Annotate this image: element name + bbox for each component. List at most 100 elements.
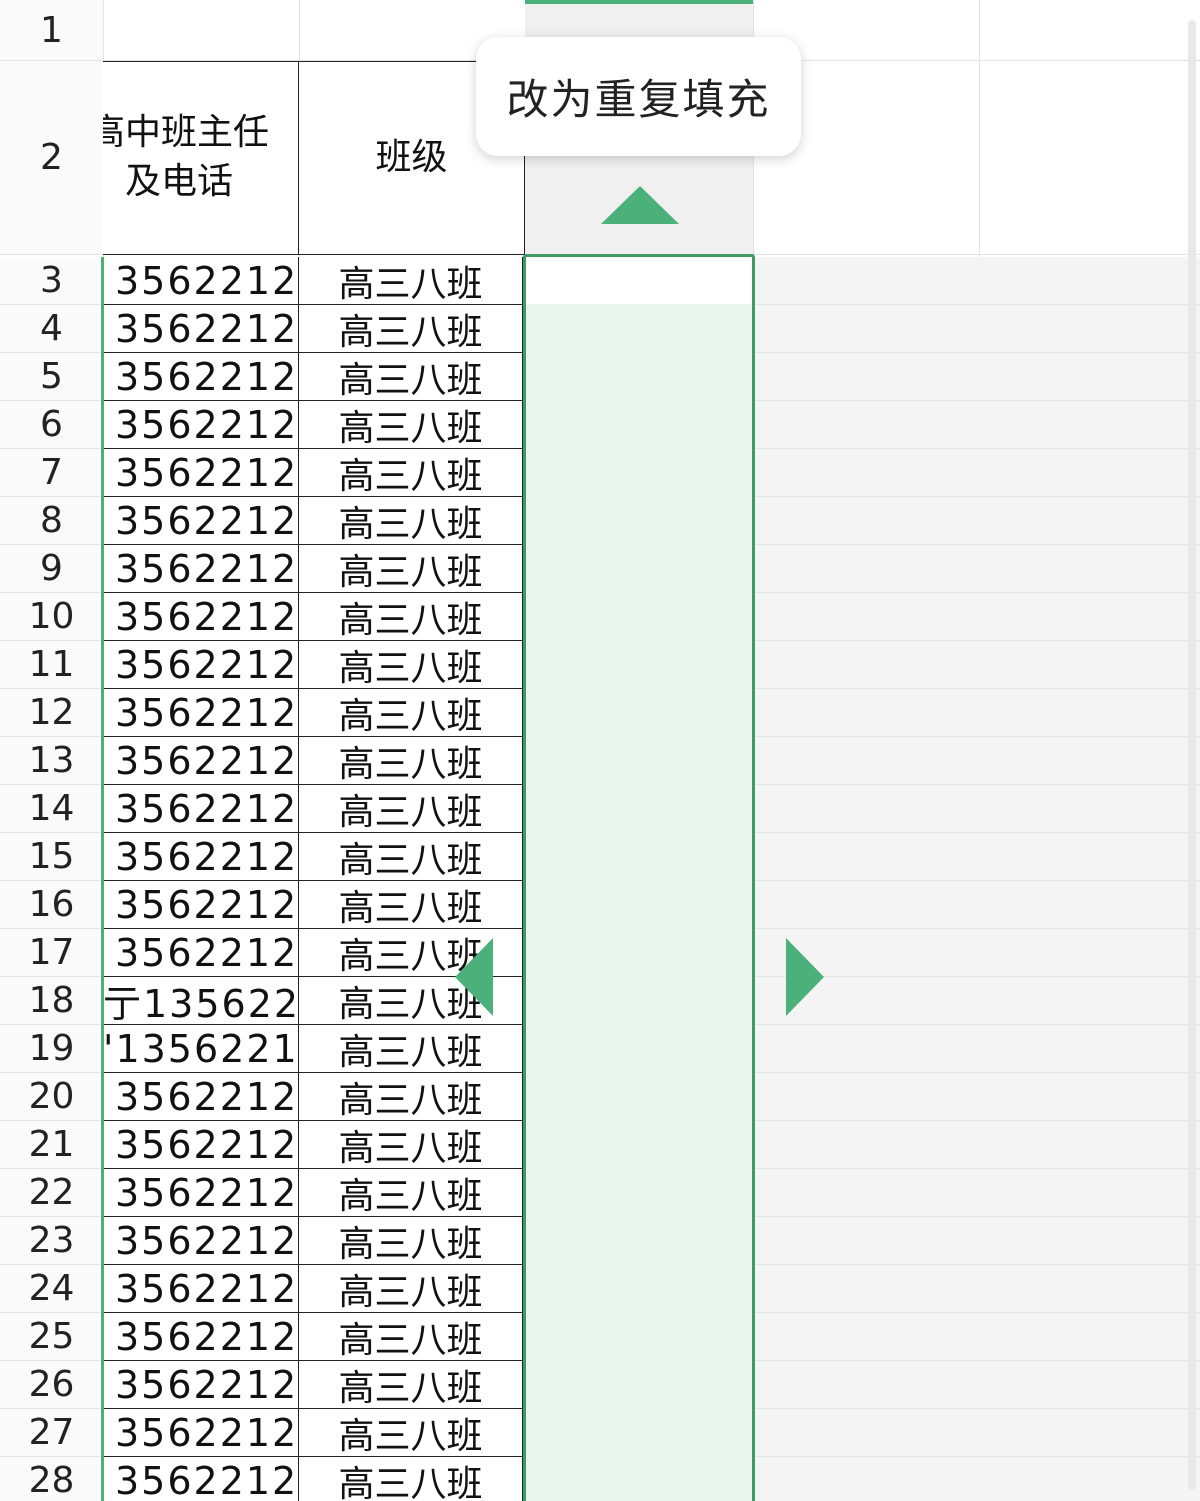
triangle-left-icon[interactable] bbox=[455, 938, 493, 1016]
row-header-22[interactable]: 22 bbox=[0, 1169, 103, 1217]
header-text-line1: 高中班主任 bbox=[103, 112, 270, 154]
cell-teacher-phone[interactable]: 3562212 bbox=[103, 737, 299, 785]
row-header-5[interactable]: 5 bbox=[0, 353, 103, 401]
row-number: 7 bbox=[40, 452, 63, 493]
vertical-scrollbar[interactable] bbox=[1188, 20, 1196, 1490]
row-number: 8 bbox=[40, 500, 63, 541]
row-header-7[interactable]: 7 bbox=[0, 449, 103, 497]
row-header-14[interactable]: 14 bbox=[0, 785, 103, 833]
cell-class[interactable]: 高三八班 bbox=[299, 497, 523, 545]
row-header-15[interactable]: 15 bbox=[0, 833, 103, 881]
row-header-28[interactable]: 28 bbox=[0, 1457, 103, 1501]
cell-teacher-phone[interactable]: 3562212 bbox=[103, 641, 299, 689]
cell-teacher-phone[interactable]: 3562212 bbox=[103, 1409, 299, 1457]
selection-range[interactable] bbox=[523, 254, 755, 1501]
cell-class[interactable]: 高三八班 bbox=[299, 641, 523, 689]
row-header-20[interactable]: 20 bbox=[0, 1073, 103, 1121]
cell-class[interactable]: 高三八班 bbox=[299, 1217, 523, 1265]
header-cell-teacher-phone[interactable]: 高中班主任 及电话 bbox=[103, 61, 299, 255]
row-header-13[interactable]: 13 bbox=[0, 737, 103, 785]
row-header-19[interactable]: 19 bbox=[0, 1025, 103, 1073]
row-header-3[interactable]: 3 bbox=[0, 257, 103, 305]
row-header-2[interactable]: 2 bbox=[0, 61, 103, 255]
row-header-4[interactable]: 4 bbox=[0, 305, 103, 353]
row-number: 10 bbox=[28, 596, 75, 637]
cell-class[interactable]: 高三八班 bbox=[299, 881, 523, 929]
cell-teacher-phone[interactable]: 3562212 bbox=[103, 833, 299, 881]
cell-teacher-phone[interactable]: 3562212 bbox=[103, 881, 299, 929]
row-header-1[interactable]: 1 bbox=[0, 0, 103, 61]
repeat-fill-button[interactable]: 改为重复填充 bbox=[476, 37, 801, 156]
cell-teacher-phone[interactable]: 3562212 bbox=[103, 593, 299, 641]
cell-class[interactable]: 高三八班 bbox=[299, 1457, 523, 1501]
cell-teacher-phone[interactable]: 3562212 bbox=[103, 545, 299, 593]
cell-teacher-phone[interactable]: 3562212 bbox=[103, 1169, 299, 1217]
cell-class[interactable]: 高三八班 bbox=[299, 1121, 523, 1169]
row-header-17[interactable]: 17 bbox=[0, 929, 103, 977]
cell-class[interactable]: 高三八班 bbox=[299, 1265, 523, 1313]
cell-teacher-phone[interactable]: 3562212 bbox=[103, 305, 299, 353]
triangle-up-icon[interactable] bbox=[601, 186, 679, 224]
row-header-23[interactable]: 23 bbox=[0, 1217, 103, 1265]
cell-class[interactable]: 高三八班 bbox=[299, 257, 523, 305]
cell-teacher-phone[interactable]: 3562212 bbox=[103, 1265, 299, 1313]
cell-teacher-phone[interactable]: 3562212 bbox=[103, 1217, 299, 1265]
cell-class[interactable]: 高三八班 bbox=[299, 737, 523, 785]
cell-class[interactable]: 高三八班 bbox=[299, 1313, 523, 1361]
cell-class[interactable]: 高三八班 bbox=[299, 449, 523, 497]
row-header-6[interactable]: 6 bbox=[0, 401, 103, 449]
row-header-27[interactable]: 27 bbox=[0, 1409, 103, 1457]
row-header-12[interactable]: 12 bbox=[0, 689, 103, 737]
row-number: 3 bbox=[40, 260, 63, 301]
cell-teacher-phone[interactable]: 3562212 bbox=[103, 497, 299, 545]
cell-teacher-phone[interactable]: 3562212 bbox=[103, 689, 299, 737]
row-header-9[interactable]: 9 bbox=[0, 545, 103, 593]
cell-teacher-phone[interactable]: 3562212 bbox=[103, 929, 299, 977]
cell-teacher-phone[interactable]: 3562212 bbox=[103, 401, 299, 449]
row-number: 12 bbox=[28, 692, 75, 733]
cell-teacher-phone[interactable]: 3562212 bbox=[103, 1457, 299, 1501]
cell-class[interactable]: 高三八班 bbox=[299, 545, 523, 593]
cell-teacher-phone[interactable]: 3562212 bbox=[103, 1361, 299, 1409]
cell-class[interactable]: 高三八班 bbox=[299, 1073, 523, 1121]
cell-class[interactable]: 高三八班 bbox=[299, 1361, 523, 1409]
row-number: 4 bbox=[40, 308, 63, 349]
row-header-11[interactable]: 11 bbox=[0, 641, 103, 689]
row-header-8[interactable]: 8 bbox=[0, 497, 103, 545]
row-number: 23 bbox=[28, 1220, 75, 1261]
cell-class[interactable]: 高三八班 bbox=[299, 1025, 523, 1073]
cell-teacher-phone[interactable]: 3562212 bbox=[103, 785, 299, 833]
cell-class[interactable]: 高三八班 bbox=[299, 785, 523, 833]
row-header-18[interactable]: 18 bbox=[0, 977, 103, 1025]
cell-class[interactable]: 高三八班 bbox=[299, 833, 523, 881]
cell-class[interactable]: 高三八班 bbox=[299, 305, 523, 353]
row-number: 25 bbox=[28, 1316, 75, 1357]
cell-class[interactable]: 高三八班 bbox=[299, 593, 523, 641]
active-cell[interactable] bbox=[526, 257, 752, 304]
row-header-24[interactable]: 24 bbox=[0, 1265, 103, 1313]
header-text-line2: 及电话 bbox=[125, 161, 234, 202]
cell-teacher-phone[interactable]: 3562212 bbox=[103, 257, 299, 305]
row-header-25[interactable]: 25 bbox=[0, 1313, 103, 1361]
spreadsheet[interactable]: 1 2 高中班主任 及电话 班级 3 3562212 高三八班 4 3562212 高三八… bbox=[0, 0, 1200, 1501]
cell-teacher-phone[interactable]: '1356221: bbox=[103, 1025, 299, 1073]
cell-teacher-phone[interactable]: 3562212 bbox=[103, 1313, 299, 1361]
row-header-26[interactable]: 26 bbox=[0, 1361, 103, 1409]
cell-class[interactable]: 高三八班 bbox=[299, 1169, 523, 1217]
row-header-10[interactable]: 10 bbox=[0, 593, 103, 641]
triangle-right-icon[interactable] bbox=[786, 938, 824, 1016]
cell-teacher-phone[interactable]: 亍1356221 bbox=[103, 977, 299, 1025]
cell-teacher-phone[interactable]: 3562212 bbox=[103, 449, 299, 497]
row-number: 2 bbox=[40, 137, 63, 178]
cell-class[interactable]: 高三八班 bbox=[299, 353, 523, 401]
row-number: 15 bbox=[28, 836, 75, 877]
cell-teacher-phone[interactable]: 3562212 bbox=[103, 1073, 299, 1121]
row-number: 5 bbox=[40, 356, 63, 397]
cell-class[interactable]: 高三八班 bbox=[299, 689, 523, 737]
cell-teacher-phone[interactable]: 3562212 bbox=[103, 1121, 299, 1169]
row-header-21[interactable]: 21 bbox=[0, 1121, 103, 1169]
cell-class[interactable]: 高三八班 bbox=[299, 401, 523, 449]
cell-teacher-phone[interactable]: 3562212 bbox=[103, 353, 299, 401]
row-header-16[interactable]: 16 bbox=[0, 881, 103, 929]
cell-class[interactable]: 高三八班 bbox=[299, 1409, 523, 1457]
